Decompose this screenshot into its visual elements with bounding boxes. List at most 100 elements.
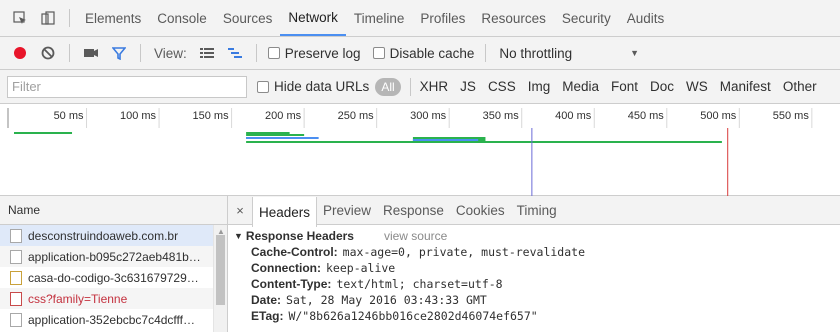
response-headers-section[interactable]: ▼ Response Headers view source <box>234 228 840 244</box>
stylesheet-file-icon <box>10 291 22 306</box>
request-timing-bar <box>246 137 319 139</box>
header-row: Date: Sat, 28 May 2016 03:43:33 GMT <box>234 292 840 308</box>
tab-audits[interactable]: Audits <box>619 0 673 36</box>
chevron-down-icon: ▼ <box>630 48 640 58</box>
detail-tab-cookies[interactable]: Cookies <box>450 196 511 224</box>
list-item[interactable]: css?family=Tienne <box>0 288 227 309</box>
section-title: Response Headers <box>245 229 354 243</box>
header-value: text/html; charset=utf-8 <box>336 277 503 291</box>
checkbox-box[interactable] <box>372 47 385 59</box>
request-timing-bar <box>14 132 73 134</box>
request-rows: desconstruindoaweb.com.br application-b09… <box>0 225 227 330</box>
disable-cache-checkbox[interactable]: Disable cache <box>372 46 474 61</box>
separator <box>255 44 257 62</box>
request-timing-bar <box>246 141 722 143</box>
column-header-name[interactable]: Name <box>0 196 227 225</box>
request-name: casa-do-codigo-3c631679729… <box>28 270 199 285</box>
type-filter-manifest[interactable]: Manifest <box>720 79 771 94</box>
close-details-icon[interactable]: × <box>228 203 252 218</box>
timeline-tick-label: 200 ms <box>265 110 302 122</box>
type-filter-font[interactable]: Font <box>611 79 638 94</box>
scrollbar-thumb[interactable] <box>216 235 225 305</box>
network-toolbar: View: Preserve log Disable cache No thro… <box>0 37 840 70</box>
request-name: application-352ebcbc7c4dcfff… <box>28 312 196 327</box>
list-item[interactable]: application-352ebcbc7c4dcfff… <box>0 309 227 330</box>
tab-console[interactable]: Console <box>149 0 215 36</box>
devtools-tab-bar: Elements Console Sources Network Timeline Pro… <box>0 0 840 37</box>
tab-security[interactable]: Security <box>554 0 619 36</box>
type-filter-img[interactable]: Img <box>528 79 551 94</box>
headers-panel: ▼ Response Headers view source Cache-Con… <box>228 225 840 324</box>
header-value: max-age=0, private, must-revalidate <box>342 245 585 259</box>
large-rows-icon[interactable] <box>193 40 221 66</box>
timeline-tick-label: 450 ms <box>628 110 665 122</box>
request-details: × Headers Preview Response Cookies Timing ▼ … <box>228 196 840 332</box>
type-filter-doc[interactable]: Doc <box>650 79 674 94</box>
separator <box>485 44 487 62</box>
header-key: Cache-Control: <box>251 245 338 259</box>
checkbox-box[interactable] <box>257 80 269 93</box>
overview-waterfall-icon[interactable] <box>221 40 249 66</box>
preserve-log-label: Preserve log <box>284 45 361 61</box>
request-list-scrollbar[interactable]: ▲ <box>213 225 227 332</box>
tab-resources[interactable]: Resources <box>473 0 554 36</box>
separator <box>69 9 70 27</box>
checkbox-box[interactable] <box>267 47 280 59</box>
preserve-log-checkbox[interactable]: Preserve log <box>267 45 361 61</box>
filter-funnel-icon[interactable] <box>105 40 133 66</box>
filter-placeholder: Filter <box>12 79 41 94</box>
view-label: View: <box>154 45 187 61</box>
triangle-down-icon: ▼ <box>234 231 243 241</box>
header-row: Cache-Control: max-age=0, private, must-r… <box>234 244 840 260</box>
type-filter-ws[interactable]: WS <box>686 79 708 94</box>
header-value: W/"8b626a1246bb016ce2802d46074ef657" <box>288 309 538 323</box>
header-value: Sat, 28 May 2016 03:43:33 GMT <box>286 293 487 307</box>
type-filter-js[interactable]: JS <box>460 79 476 94</box>
header-value: keep-alive <box>326 261 396 275</box>
detail-tab-timing[interactable]: Timing <box>511 196 563 224</box>
screenshot-camera-icon[interactable] <box>77 40 105 66</box>
timeline-tick-label: 400 ms <box>555 110 592 122</box>
tab-network[interactable]: Network <box>280 0 346 36</box>
filter-input[interactable]: Filter <box>7 75 247 98</box>
list-item[interactable]: application-b095c272aeb481b… <box>0 246 227 267</box>
type-filter-media[interactable]: Media <box>562 79 599 94</box>
detail-tab-list: Headers Preview Response Cookies Timing <box>252 196 563 227</box>
hide-data-urls-label: Hide data URLs <box>274 79 370 94</box>
tab-profiles[interactable]: Profiles <box>412 0 473 36</box>
record-icon[interactable] <box>6 40 34 66</box>
type-filter-all[interactable]: All <box>375 77 401 96</box>
request-timing-bar <box>412 137 486 139</box>
timeline-overview[interactable]: 50 ms 100 ms 150 ms 200 ms 250 ms 300 ms 350 m… <box>0 104 840 196</box>
view-source-link[interactable]: view source <box>384 229 447 243</box>
timeline-tick-label: 300 ms <box>410 110 447 122</box>
throttling-select[interactable]: No throttling ▼ <box>493 46 639 61</box>
tab-elements[interactable]: Elements <box>77 0 149 36</box>
header-key: ETag: <box>251 309 284 323</box>
separator <box>69 44 70 62</box>
type-filter-other[interactable]: Other <box>783 79 817 94</box>
document-file-icon <box>10 228 22 243</box>
timeline-tick-label: 50 ms <box>54 110 84 122</box>
list-item[interactable]: casa-do-codigo-3c631679729… <box>0 267 227 288</box>
timeline-tick-label: 350 ms <box>483 110 520 122</box>
inspect-element-icon[interactable] <box>6 5 34 31</box>
type-filter-xhr[interactable]: XHR <box>420 79 449 94</box>
timeline-tick-label: 550 ms <box>773 110 810 122</box>
detail-tab-preview[interactable]: Preview <box>317 196 377 224</box>
tab-sources[interactable]: Sources <box>215 0 281 36</box>
request-timing-bar <box>412 139 479 141</box>
type-filter-css[interactable]: CSS <box>488 79 516 94</box>
timeline-tick-label: 100 ms <box>120 110 157 122</box>
filter-bar: Filter Hide data URLs All XHR JS CSS Img Med… <box>0 70 840 104</box>
timeline-tick-label: 250 ms <box>338 110 375 122</box>
detail-tab-response[interactable]: Response <box>377 196 450 224</box>
list-item[interactable]: desconstruindoaweb.com.br <box>0 225 227 246</box>
device-mode-icon[interactable] <box>34 5 62 31</box>
header-row: ETag: W/"8b626a1246bb016ce2802d46074ef657… <box>234 308 840 324</box>
tab-timeline[interactable]: Timeline <box>346 0 413 36</box>
clear-icon[interactable] <box>34 40 62 66</box>
detail-tab-headers[interactable]: Headers <box>252 197 318 227</box>
request-name: application-b095c272aeb481b… <box>28 249 201 264</box>
hide-data-urls-checkbox[interactable]: Hide data URLs <box>257 79 369 94</box>
